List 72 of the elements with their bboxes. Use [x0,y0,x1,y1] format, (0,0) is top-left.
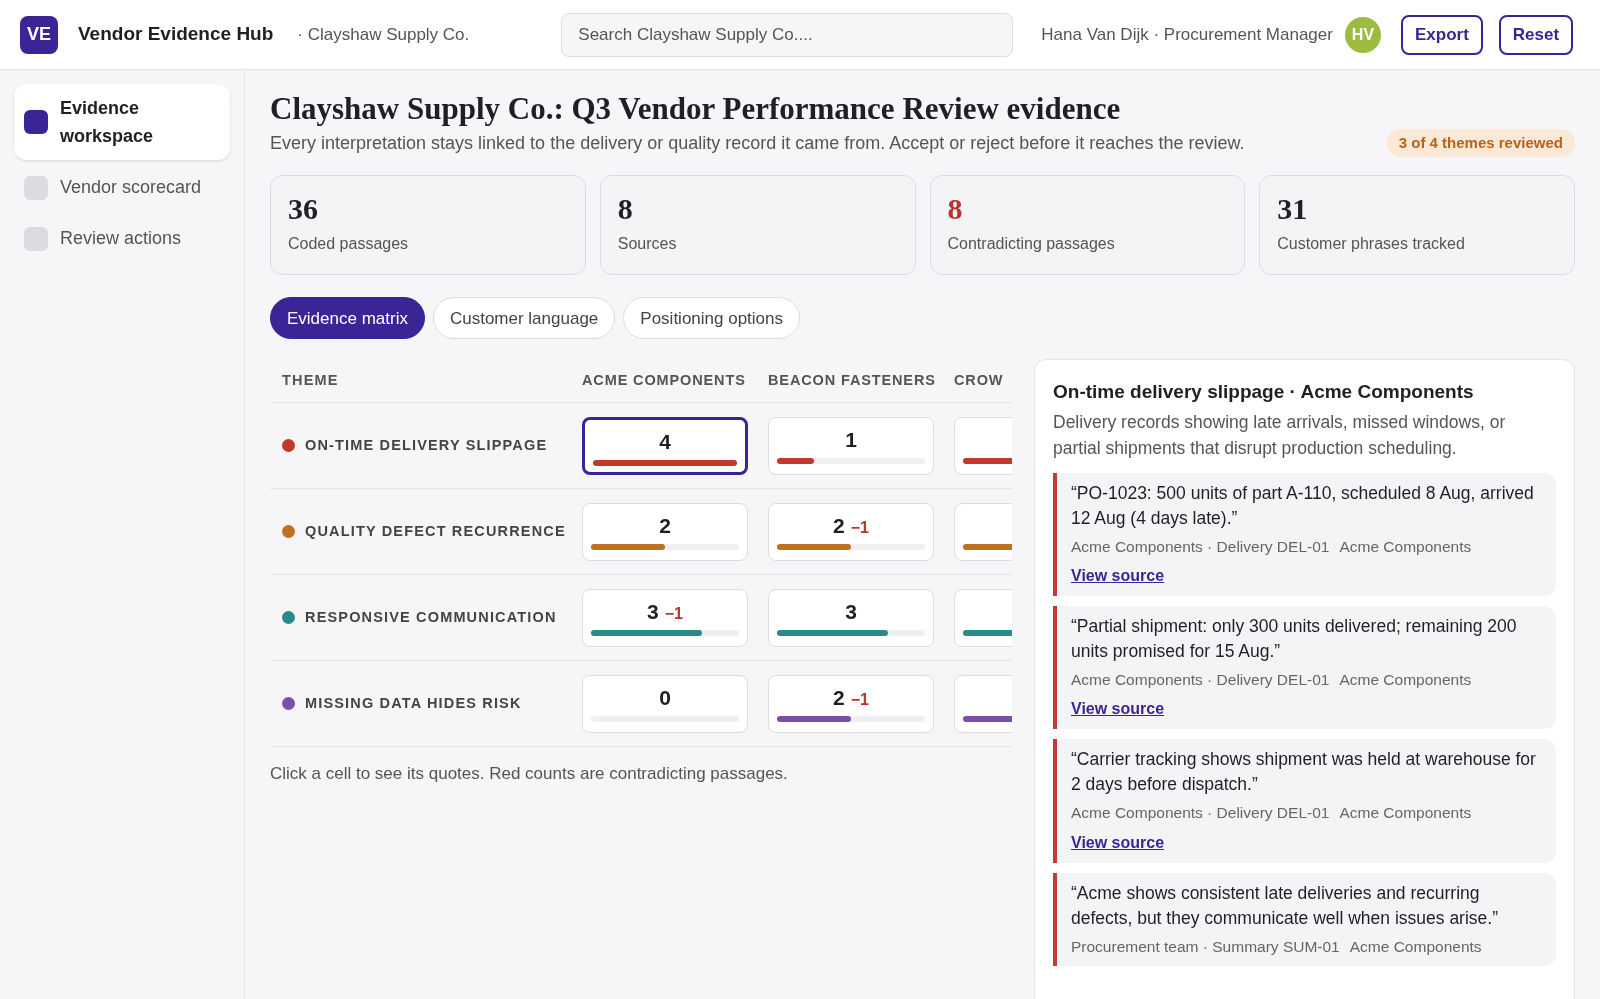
contradiction-count: −1 [850,689,869,710]
quote-text: “Partial shipment: only 300 units delivered; remaining 200 units promised for 15 Aug.” [1071,615,1518,663]
app-logo: VE [20,15,58,54]
quote-text: “PO-1023: 500 units of part A-110, scheduled 8 Aug, arrived 12 Aug (4 days late).” [1071,481,1535,530]
theme-label: RESPONSIVE COMMUNICATION [305,607,557,627]
quote-vendor: Acme Components [1349,936,1482,957]
stat-value: 8 [617,191,634,228]
stat-label: Contradicting passages [947,234,1116,255]
cell-count: 1 [845,426,857,453]
nav-square-icon [24,175,48,200]
header-button[interactable]: Export [1400,14,1483,55]
tab[interactable]: Evidence matrix [270,297,425,340]
quote-text: “Acme shows consistent late deliveries and recurring defects, but they communicate well when issues arise.” [1071,881,1499,930]
quote-vendor: Acme Components [1339,803,1472,824]
cell-count: 3 [647,598,659,625]
tab[interactable]: Positioning options [623,297,801,340]
quote-text: “Carrier tracking shows shipment was held at warehouse for 2 days before dispatch.” [1071,748,1537,797]
matrix-cell[interactable]: 2 [582,502,748,561]
column-header: THEME [281,370,339,390]
quote-source: Procurement team · Summary SUM-01 [1071,936,1340,957]
quote-vendor: Acme Components [1339,670,1472,690]
stat-label: Sources [617,234,678,255]
cell-count: 2 [659,512,671,539]
app-name: Vendor Evidence Hub [78,22,274,47]
view-source-link[interactable]: View source [1071,830,1165,855]
user-name: Hana Van Dijk · Procurement Manager [1041,23,1333,46]
sidebar-item[interactable]: Vendor scorecard [14,164,230,211]
nav-square-icon [24,110,48,134]
column-header: CROW [954,370,1004,390]
column-header: BEACON FASTENERS [768,370,936,390]
tab[interactable]: Customer language [432,297,616,340]
matrix-cell[interactable]: 3 [768,588,934,647]
contradiction-count: −1 [850,517,869,538]
stat-value: 31 [1277,191,1309,228]
view-source-link[interactable]: View source [1071,564,1165,588]
quote-source: Acme Components · Delivery DEL-01 [1071,670,1330,690]
theme-label: QUALITY DEFECT RECURRENCE [305,521,566,541]
quote-vendor: Acme Components [1339,536,1472,557]
matrix-cell[interactable]: 3 −1 [582,588,748,647]
search-field[interactable]: Search Clayshaw Supply Co.... [561,12,1014,57]
page-subtitle: Every interpretation stays linked to the delivery or quality record it came from. Accept or reject before it reaches the review. [270,131,1245,155]
matrix-cell[interactable]: 2 −1 [768,502,934,561]
header-button[interactable]: Reset [1498,14,1574,55]
sidebar-item[interactable]: Review actions [14,215,230,262]
matrix-cell[interactable]: 1 [768,416,934,475]
column-header: ACME COMPONENTS [582,370,746,390]
contradiction-count: −1 [664,603,683,624]
quote-source: Acme Components · Delivery DEL-01 [1071,803,1330,824]
cell-count: 4 [659,428,671,455]
page-title: Clayshaw Supply Co.: Q3 Vendor Performance Review evidence [270,90,1122,128]
stat-label: Coded passages [288,234,410,255]
theme-label: MISSING DATA HIDES RISK [305,693,522,713]
matrix-cell[interactable]: 2 −1 [768,674,934,733]
stat-value: 8 [947,191,964,228]
stat-label: Customer phrases tracked [1277,234,1466,255]
cell-count: 2 [833,684,845,711]
detail-title: On-time delivery slippage · Acme Components [1053,380,1475,405]
detail-description: Delivery records showing late arrivals, missed windows, or partial shipments that disrupt production scheduling. [1053,410,1507,460]
stat-value: 36 [288,191,319,228]
matrix-cell[interactable]: 4 [582,416,748,475]
nav-square-icon [24,226,48,251]
matrix-cell[interactable]: 0 [582,674,748,733]
workspace-context: · Clayshaw Supply Co. [297,23,470,46]
theme-label: ON-TIME DELIVERY SLIPPAGE [305,435,548,455]
cell-count: 2 [833,512,845,539]
cell-count: 0 [659,684,671,711]
quote-source: Acme Components · Delivery DEL-01 [1071,536,1330,557]
sidebar-item[interactable]: Evidence workspace [14,84,230,160]
matrix-footnote: Click a cell to see its quotes. Red counts are contradicting passages. [270,763,789,786]
view-source-link[interactable]: View source [1071,697,1165,722]
review-progress-badge: 3 of 4 themes reviewed [1386,128,1575,158]
cell-count: 3 [845,598,857,625]
